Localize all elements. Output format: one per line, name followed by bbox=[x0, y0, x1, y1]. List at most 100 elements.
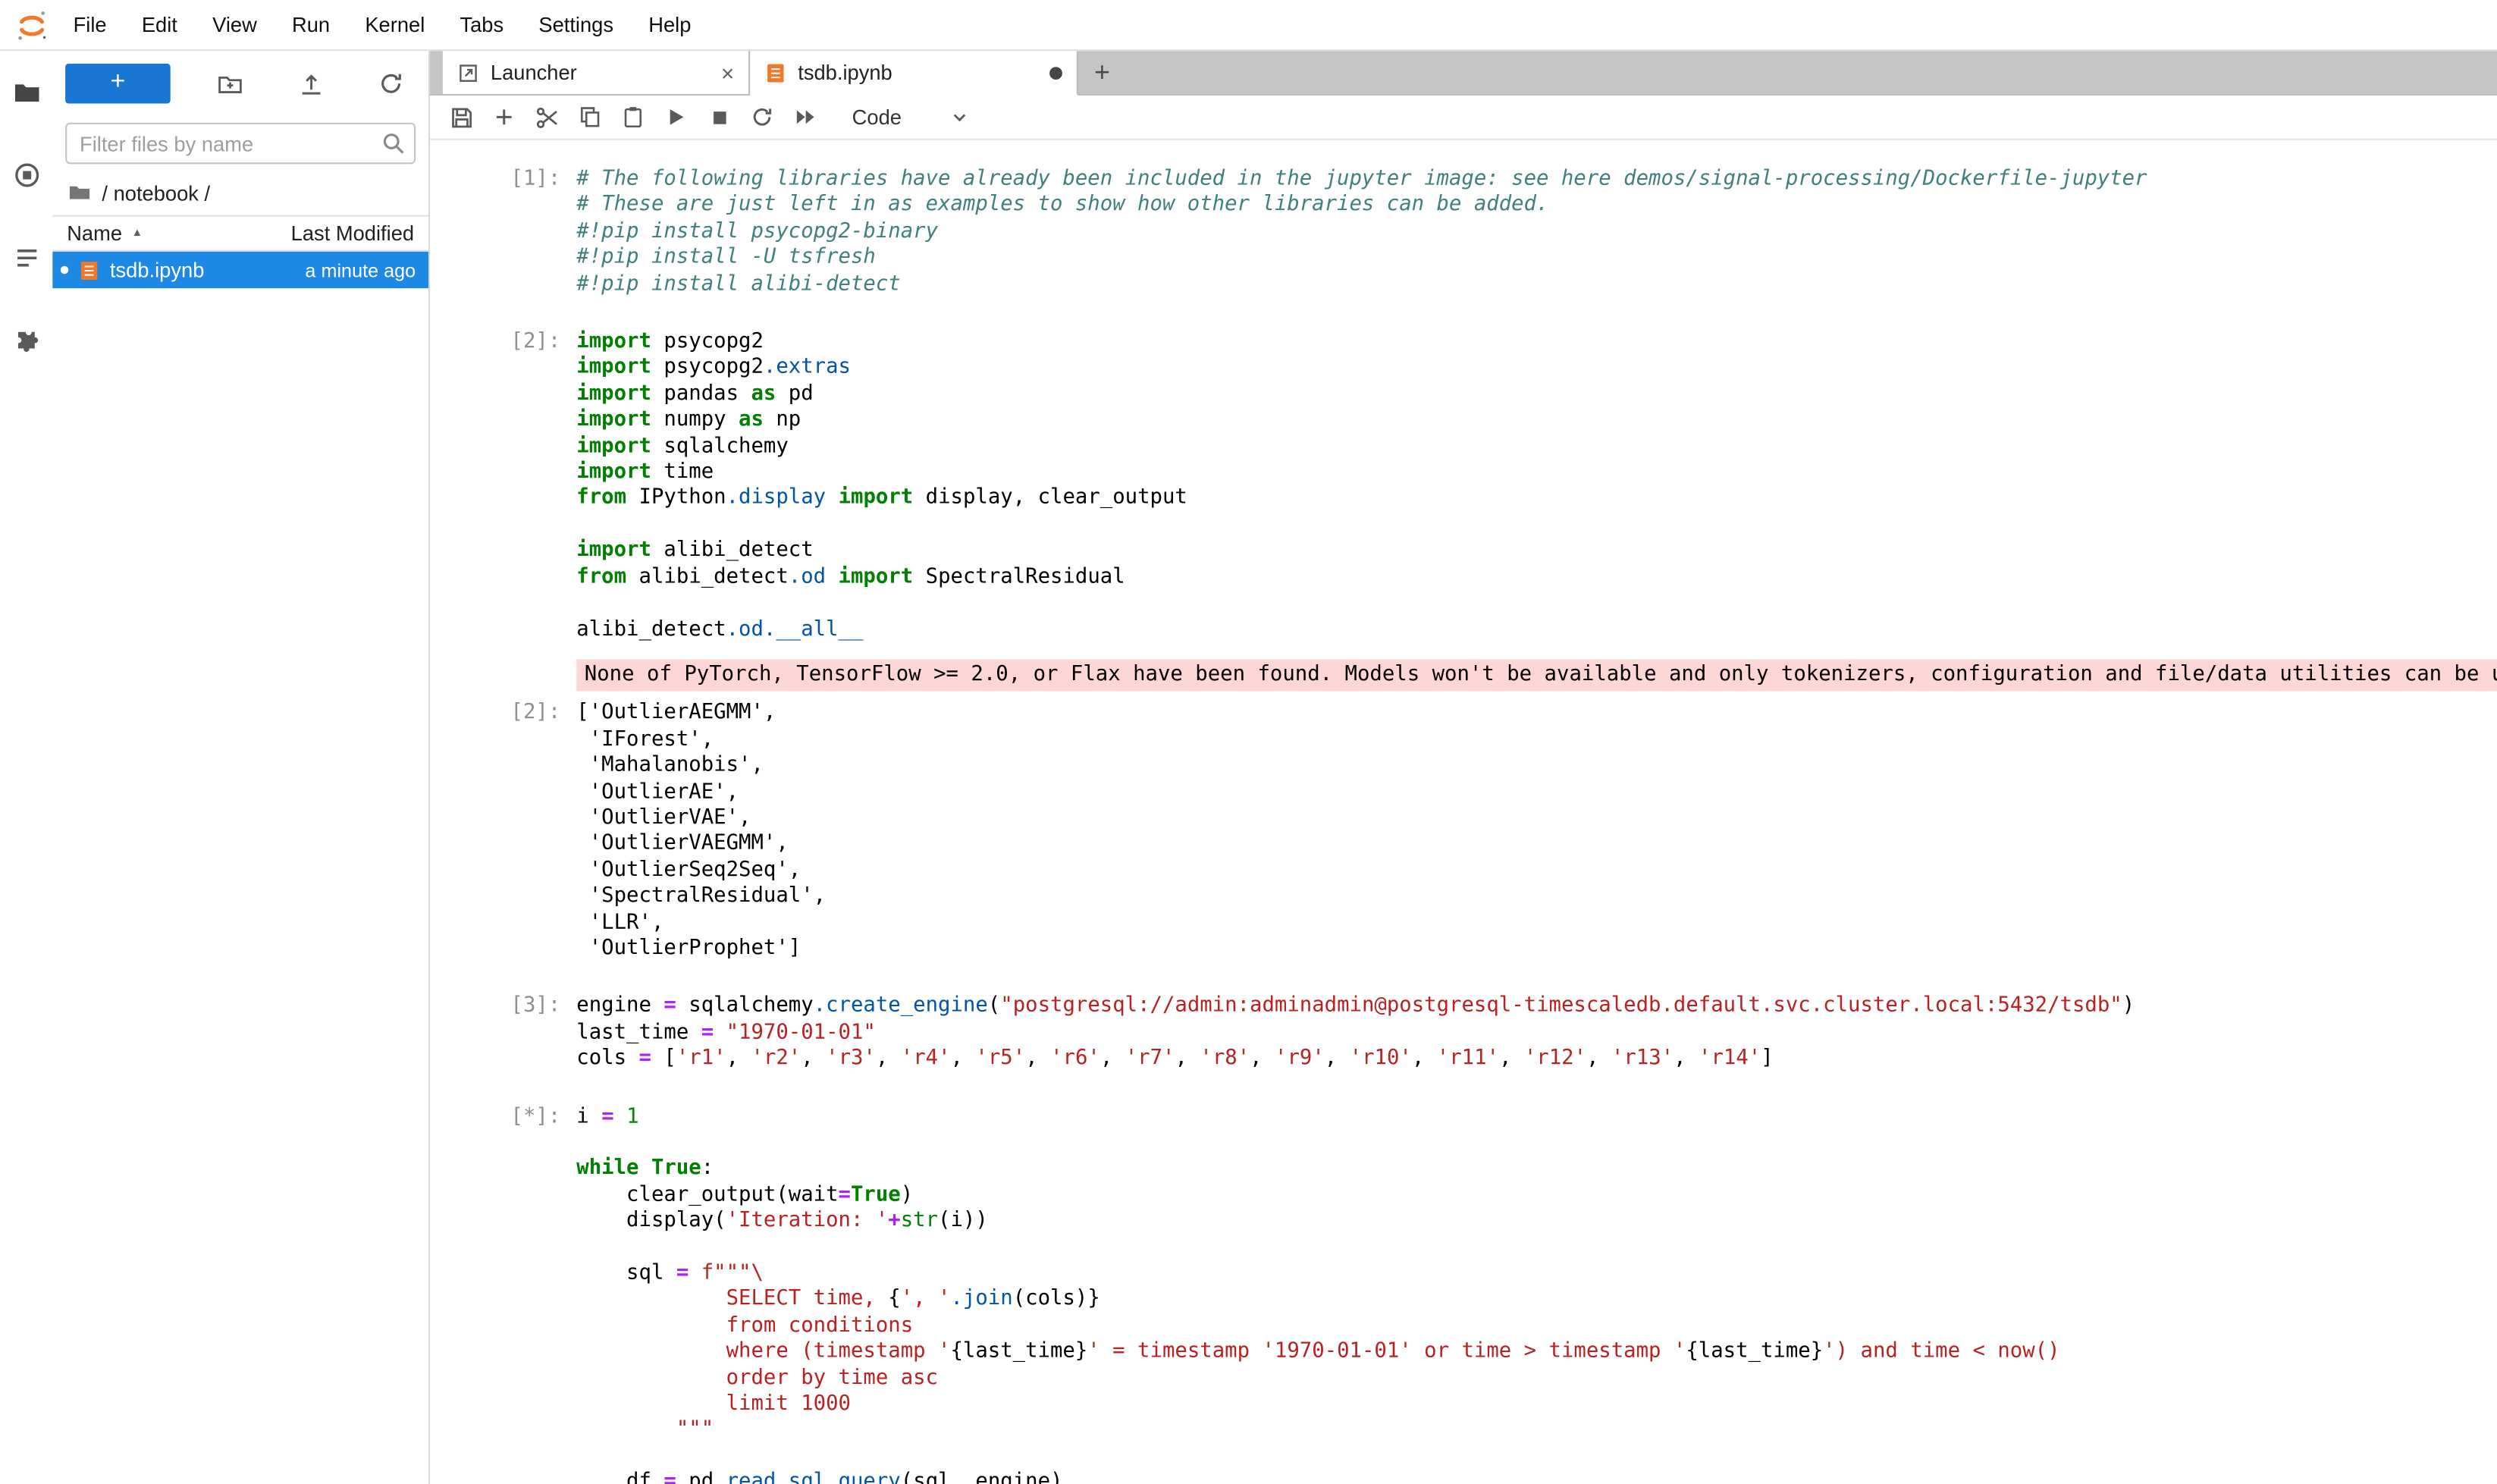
code-line: df = pd.read_sql_query(sql, engine) bbox=[576, 1470, 2497, 1484]
code-cell[interactable]: [*]:i = 1 while True: clear_output(wait=… bbox=[430, 1105, 2497, 1484]
menu-view[interactable]: View bbox=[195, 13, 274, 37]
code-line: from conditions bbox=[576, 1313, 2497, 1339]
sidebar-item-file-browser[interactable] bbox=[0, 51, 52, 133]
code-line: cols = ['r1', 'r2', 'r3', 'r4', 'r5', 'r… bbox=[576, 1046, 2497, 1072]
unsaved-changes-indicator[interactable] bbox=[1049, 66, 1062, 79]
output-line: 'Mahalanobis', bbox=[576, 754, 2497, 780]
restart-kernel-button[interactable] bbox=[741, 98, 784, 136]
code-line: while True: bbox=[576, 1157, 2497, 1183]
refresh-button[interactable] bbox=[371, 62, 413, 104]
code-line: #!pip install psycopg2-binary bbox=[576, 219, 2497, 245]
save-icon bbox=[448, 105, 474, 130]
run-cell-button[interactable] bbox=[654, 98, 698, 136]
code-line: i = 1 bbox=[576, 1105, 2497, 1131]
cell-output-row: [2]:['OutlierAEGMM', 'IForest', 'Mahalan… bbox=[430, 701, 2497, 963]
sidebar-item-table-of-contents[interactable] bbox=[0, 217, 52, 300]
menu-file[interactable]: File bbox=[56, 13, 124, 37]
file-browser-panel: + bbox=[52, 51, 430, 1484]
interrupt-kernel-button[interactable] bbox=[698, 98, 741, 136]
breadcrumb[interactable]: / notebook / bbox=[52, 171, 428, 215]
main-area: Launcher × tsdb.ipynb + bbox=[430, 51, 2497, 1484]
output-prompt: [2]: bbox=[430, 701, 576, 963]
run-icon bbox=[664, 105, 689, 130]
code-cell[interactable]: [1]:# The following libraries have alrea… bbox=[430, 168, 2497, 298]
jupyterlab-window: File Edit View Run Kernel Tabs Settings … bbox=[0, 0, 2497, 1484]
code-line: import numpy as np bbox=[576, 408, 2497, 434]
filter-files-input[interactable] bbox=[65, 123, 416, 165]
code-line: #!pip install alibi-detect bbox=[576, 271, 2497, 297]
new-launcher-button[interactable]: + bbox=[65, 63, 171, 103]
cell-type-dropdown[interactable]: Code bbox=[852, 105, 971, 130]
menu-edit[interactable]: Edit bbox=[124, 13, 195, 37]
notebook-icon bbox=[764, 61, 786, 83]
cell-input-row: [3]:engine = sqlalchemy.create_engine("p… bbox=[430, 994, 2497, 1072]
breadcrumb-path[interactable]: / notebook / bbox=[102, 180, 210, 205]
plus-icon bbox=[492, 105, 516, 130]
activity-bar bbox=[0, 51, 52, 1484]
upload-icon bbox=[297, 69, 325, 96]
menu-run[interactable]: Run bbox=[274, 13, 347, 37]
folder-icon bbox=[12, 78, 41, 107]
fast-forward-icon bbox=[793, 105, 817, 130]
code-line bbox=[576, 513, 2497, 538]
table-of-contents-icon bbox=[12, 243, 41, 272]
stop-icon bbox=[708, 106, 730, 128]
code-line: import pandas as pd bbox=[576, 382, 2497, 408]
refresh-icon bbox=[378, 69, 406, 96]
sidebar-item-extensions[interactable] bbox=[0, 300, 52, 382]
file-row-tsdb[interactable]: tsdb.ipynb a minute ago bbox=[52, 252, 428, 288]
code-editor[interactable]: i = 1 while True: clear_output(wait=True… bbox=[576, 1105, 2497, 1484]
tab-label: Launcher bbox=[491, 61, 577, 85]
save-button[interactable] bbox=[440, 98, 483, 136]
search-icon bbox=[381, 130, 406, 156]
cut-cells-button[interactable] bbox=[525, 98, 569, 136]
cell-input-row: [*]:i = 1 while True: clear_output(wait=… bbox=[430, 1105, 2497, 1484]
restart-icon bbox=[750, 105, 774, 130]
cell-input-row: [1]:# The following libraries have alrea… bbox=[430, 168, 2497, 298]
open-file-indicator bbox=[61, 266, 69, 275]
file-filter bbox=[65, 123, 416, 165]
menu-bar: File Edit View Run Kernel Tabs Settings … bbox=[0, 0, 2497, 51]
menu-tabs[interactable]: Tabs bbox=[442, 13, 521, 37]
notebook-cells: [1]:# The following libraries have alrea… bbox=[430, 168, 2497, 1484]
output-line: 'OutlierSeq2Seq', bbox=[576, 858, 2497, 884]
copy-cells-button[interactable] bbox=[569, 98, 612, 136]
menu-help[interactable]: Help bbox=[631, 13, 708, 37]
sort-ascending-icon: ▲ bbox=[132, 227, 143, 239]
sidebar-item-running-sessions[interactable] bbox=[0, 133, 52, 216]
insert-cell-button[interactable] bbox=[482, 98, 525, 136]
code-editor[interactable]: import psycopg2import psycopg2.extrasimp… bbox=[576, 330, 2497, 643]
tab-launcher[interactable]: Launcher × bbox=[443, 51, 750, 94]
notebook-panel[interactable]: [1]:# The following libraries have alrea… bbox=[430, 140, 2497, 1484]
code-line: limit 1000 bbox=[576, 1392, 2497, 1418]
execute-result: ['OutlierAEGMM', 'IForest', 'Mahalanobis… bbox=[576, 701, 2497, 963]
code-editor[interactable]: # The following libraries have already b… bbox=[576, 168, 2497, 298]
code-cell[interactable]: [3]:engine = sqlalchemy.create_engine("p… bbox=[430, 994, 2497, 1072]
menu-settings[interactable]: Settings bbox=[521, 13, 631, 37]
input-prompt: [2]: bbox=[430, 330, 576, 643]
new-folder-button[interactable] bbox=[210, 62, 252, 104]
code-line: display('Iteration: '+str(i)) bbox=[576, 1209, 2497, 1235]
paste-cells-button[interactable] bbox=[612, 98, 655, 136]
upload-button[interactable] bbox=[290, 62, 332, 104]
restart-run-all-button[interactable] bbox=[783, 98, 827, 136]
code-editor[interactable]: engine = sqlalchemy.create_engine("postg… bbox=[576, 994, 2497, 1072]
column-header-last-modified[interactable]: Last Modified bbox=[291, 221, 414, 246]
code-line bbox=[576, 1235, 2497, 1261]
code-cell[interactable]: [2]:import psycopg2import psycopg2.extra… bbox=[430, 330, 2497, 963]
menu-kernel[interactable]: Kernel bbox=[347, 13, 442, 37]
code-line: last_time = "1970-01-01" bbox=[576, 1021, 2497, 1046]
cell-output-row: None of PyTorch, TensorFlow >= 2.0, or F… bbox=[430, 659, 2497, 692]
close-tab-icon[interactable]: × bbox=[721, 60, 734, 86]
code-line: engine = sqlalchemy.create_engine("postg… bbox=[576, 994, 2497, 1020]
code-line: import sqlalchemy bbox=[576, 435, 2497, 460]
paste-icon bbox=[621, 105, 645, 130]
code-line: where (timestamp '{last_time}' = timesta… bbox=[576, 1340, 2497, 1366]
tab-tsdb-notebook[interactable]: tsdb.ipynb bbox=[750, 51, 1078, 96]
code-line: clear_output(wait=True) bbox=[576, 1183, 2497, 1209]
new-tab-button[interactable]: + bbox=[1078, 51, 1126, 94]
column-header-name[interactable]: Name bbox=[67, 221, 122, 246]
tab-bar: Launcher × tsdb.ipynb + bbox=[430, 51, 2497, 96]
code-line: import psycopg2.extras bbox=[576, 356, 2497, 381]
file-last-modified: a minute ago bbox=[305, 259, 416, 281]
